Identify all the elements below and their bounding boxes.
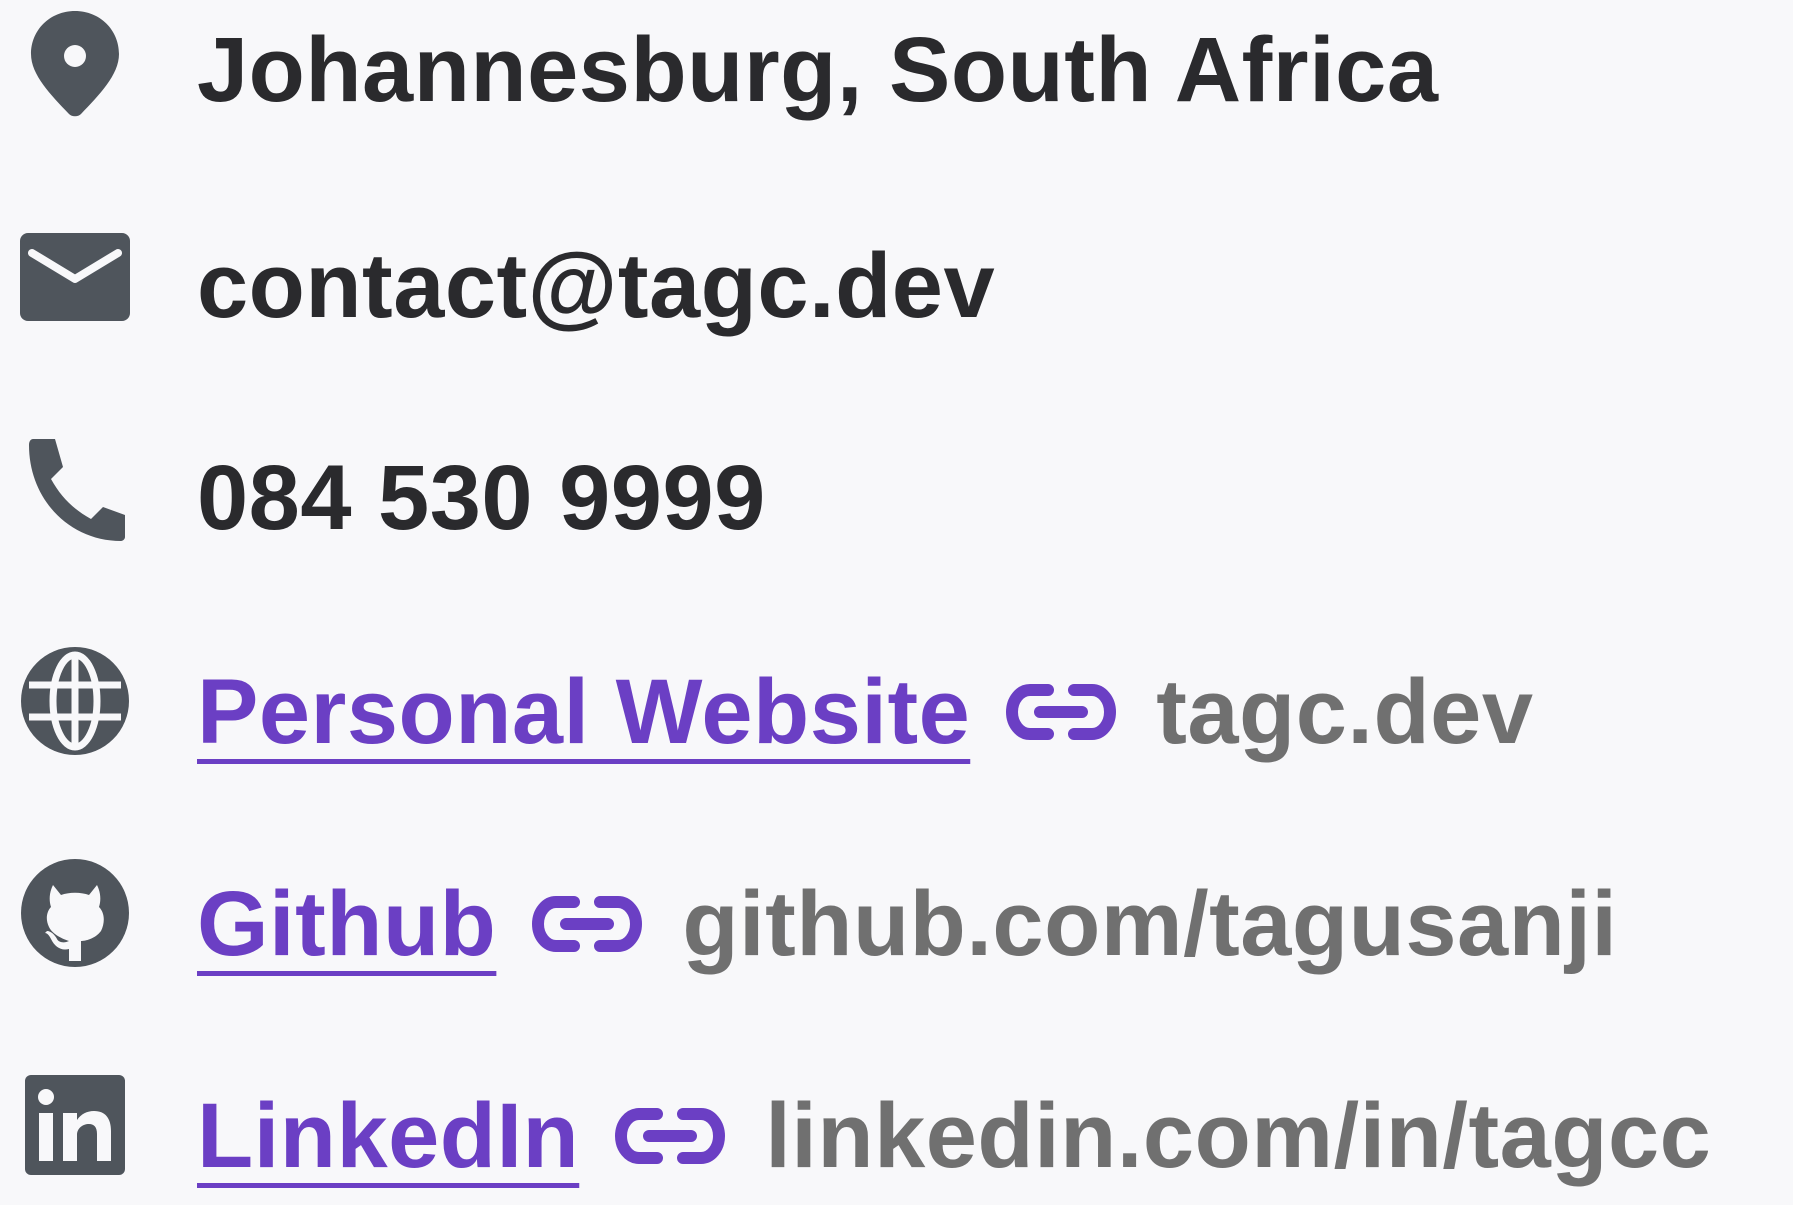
github-url: github.com/tagusanji bbox=[682, 873, 1618, 975]
globe-icon bbox=[18, 644, 132, 758]
linkedin-link[interactable]: LinkedIn bbox=[197, 1090, 579, 1182]
linkedin-url: linkedin.com/in/tagcc bbox=[765, 1085, 1712, 1187]
website-link[interactable]: Personal Website bbox=[197, 666, 970, 758]
linkedin-link-group: LinkedIn linkedin.com/in/tagcc bbox=[197, 1090, 1711, 1182]
map-pin-icon bbox=[18, 8, 132, 122]
chain-link-icon bbox=[613, 1104, 727, 1168]
chain-link-icon bbox=[530, 892, 644, 956]
website-url: tagc.dev bbox=[1156, 661, 1534, 763]
github-link[interactable]: Github bbox=[197, 878, 496, 970]
phone-icon bbox=[18, 432, 132, 546]
envelope-icon bbox=[18, 220, 132, 334]
chain-link-icon bbox=[1004, 680, 1118, 744]
phone-link[interactable]: 084 530 9999 bbox=[197, 452, 766, 544]
email-link[interactable]: contact@tagc.dev bbox=[197, 240, 995, 332]
linkedin-icon bbox=[18, 1068, 132, 1182]
website-link-group: Personal Website tagc.dev bbox=[197, 666, 1534, 758]
location-text: Johannesburg, South Africa bbox=[197, 19, 1439, 121]
github-icon bbox=[18, 856, 132, 970]
github-link-group: Github github.com/tagusanji bbox=[197, 878, 1617, 970]
